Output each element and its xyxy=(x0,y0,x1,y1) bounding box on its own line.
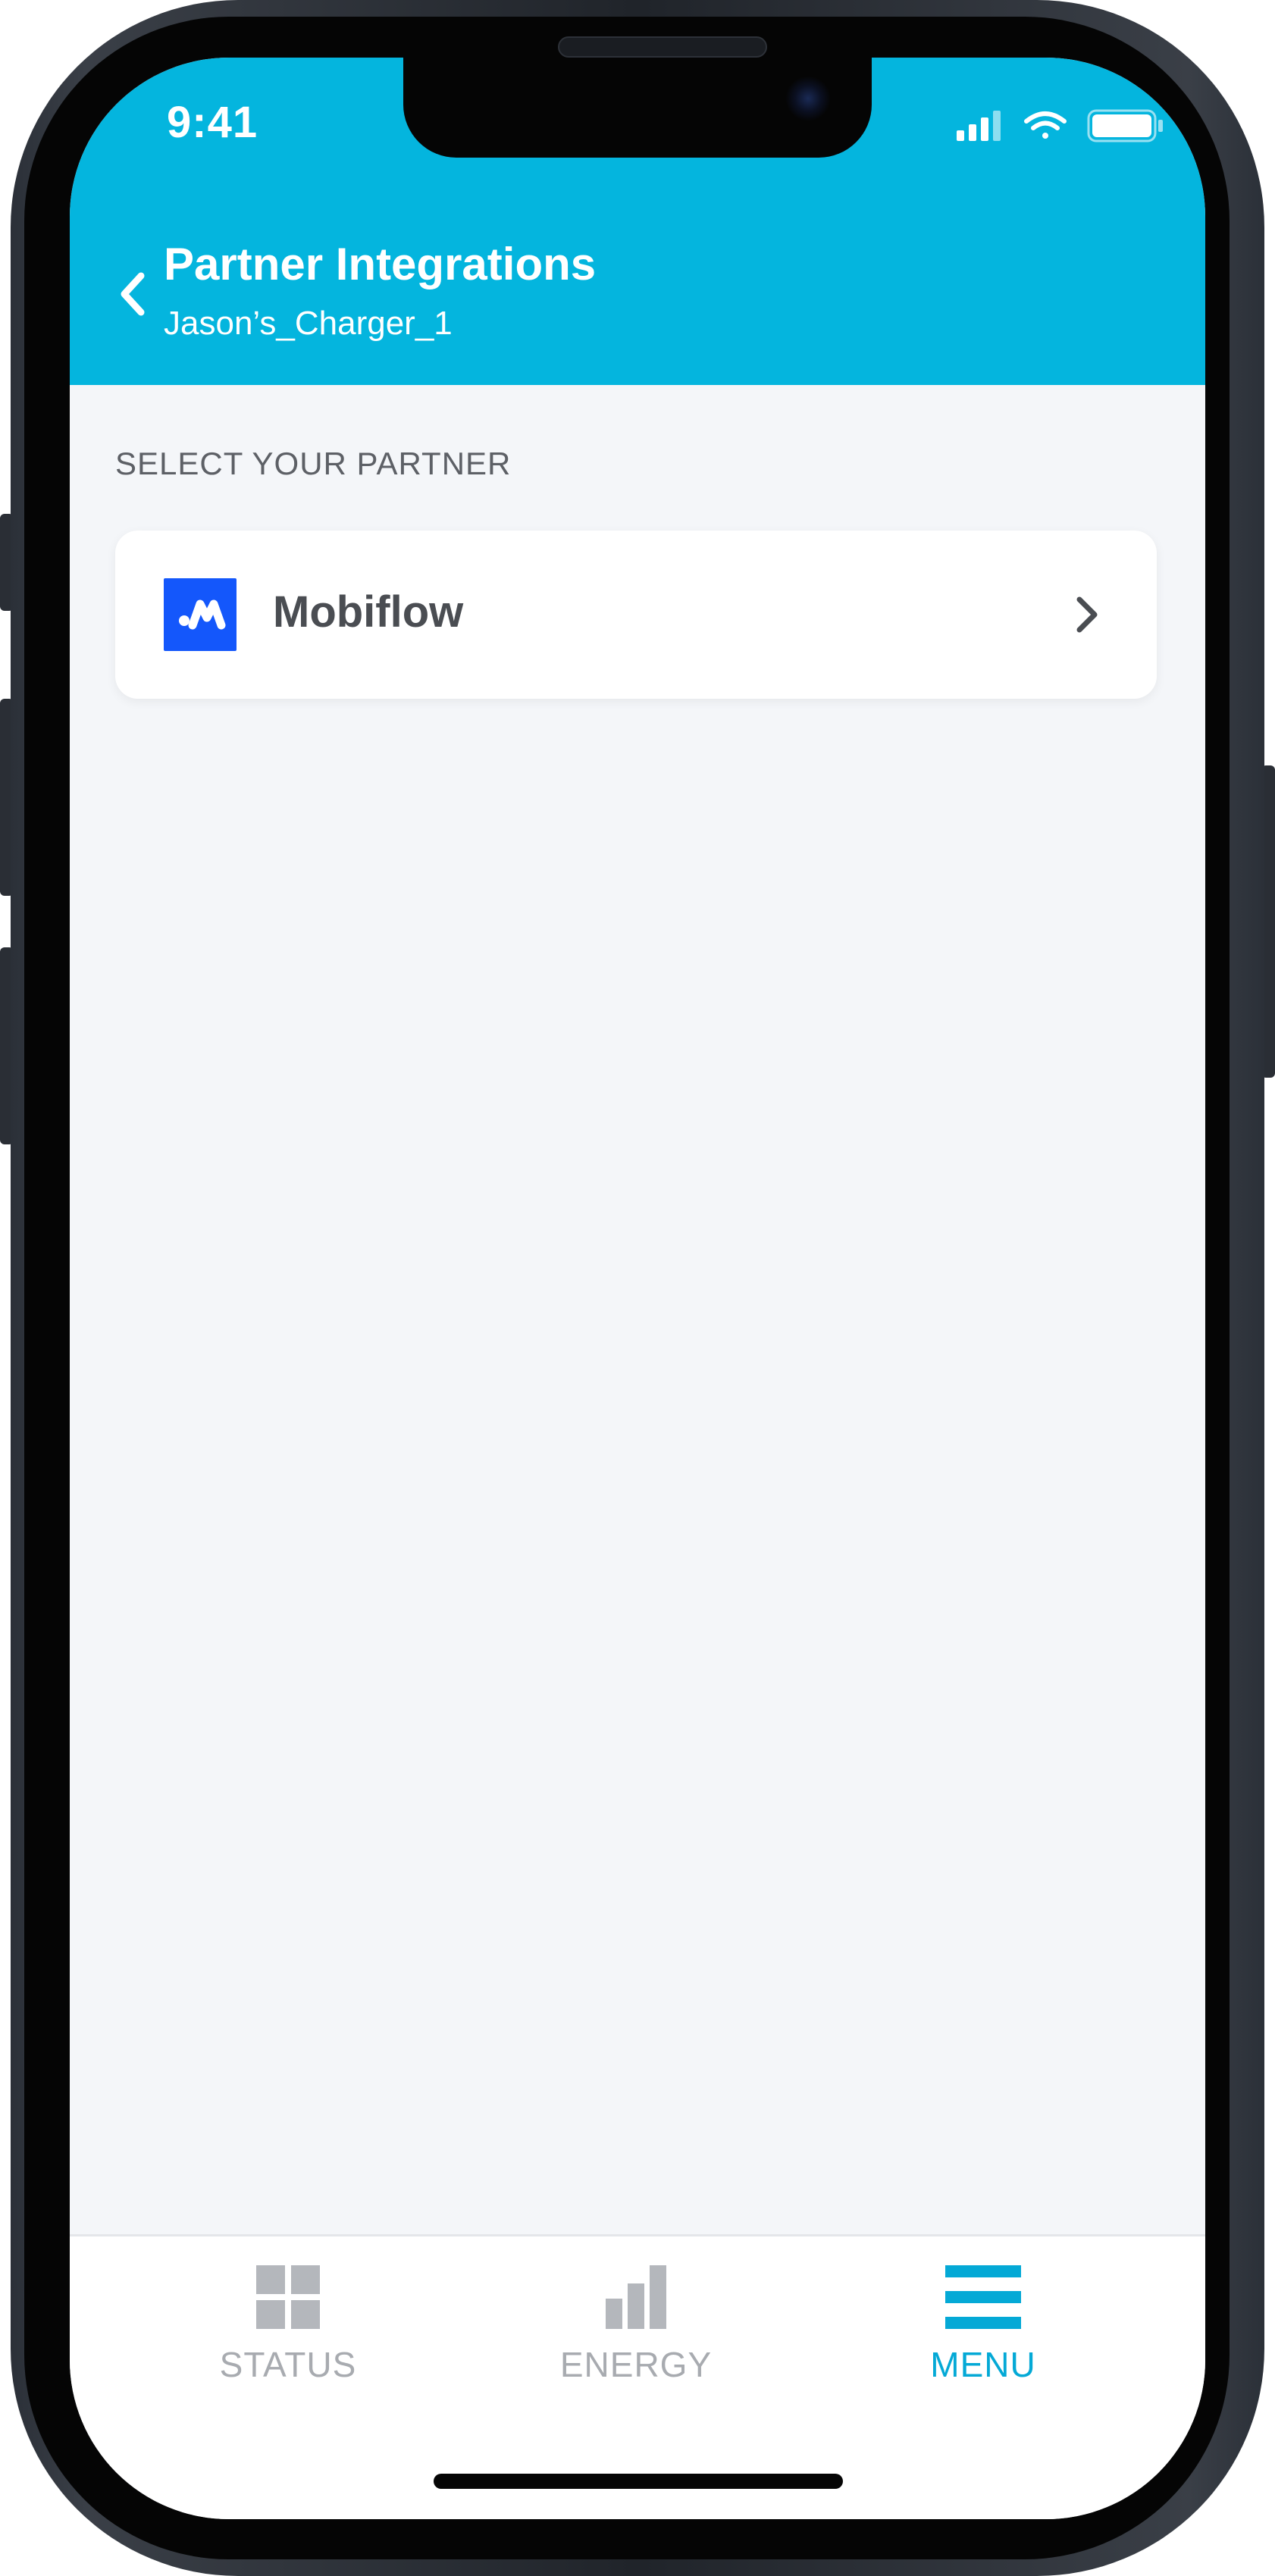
bar-chart-icon xyxy=(606,2265,666,2329)
wifi-icon xyxy=(1024,111,1067,139)
menu-icon xyxy=(945,2265,1021,2329)
charger-name: Jason’s_Charger_1 xyxy=(164,305,453,342)
cellular-signal-icon xyxy=(957,111,1001,141)
chevron-right-icon xyxy=(1076,596,1098,633)
app-header: 9:41 Partner Integrations Jason’s_Charge… xyxy=(70,58,1205,385)
tab-energy-label: ENERGY xyxy=(559,2345,713,2384)
canvas: 9:41 Partner Integrations Jason’s_Charge… xyxy=(0,0,1275,2576)
tab-menu-label: MENU xyxy=(930,2345,1036,2384)
page-title: Partner Integrations xyxy=(164,239,597,290)
grid-icon xyxy=(256,2265,320,2329)
tab-energy[interactable]: ENERGY xyxy=(522,2265,750,2417)
front-camera xyxy=(785,76,831,121)
app-screen: 9:41 Partner Integrations Jason’s_Charge… xyxy=(70,58,1205,2519)
partner-name: Mobiflow xyxy=(273,587,464,637)
home-indicator[interactable] xyxy=(434,2474,843,2489)
section-label: SELECT YOUR PARTNER xyxy=(115,446,512,481)
status-time: 9:41 xyxy=(167,98,258,147)
mobiflow-logo-mark xyxy=(179,599,226,630)
partner-item-mobiflow[interactable]: Mobiflow xyxy=(115,531,1157,699)
mobiflow-logo-icon xyxy=(164,578,237,651)
battery-icon xyxy=(1087,109,1163,142)
notch xyxy=(403,58,872,158)
speaker-grill xyxy=(558,36,767,58)
tab-status-label: STATUS xyxy=(219,2345,357,2384)
back-chevron-icon[interactable] xyxy=(112,268,155,320)
tab-menu[interactable]: MENU xyxy=(869,2265,1097,2417)
tab-status[interactable]: STATUS xyxy=(174,2265,402,2417)
status-icons xyxy=(957,109,1163,142)
